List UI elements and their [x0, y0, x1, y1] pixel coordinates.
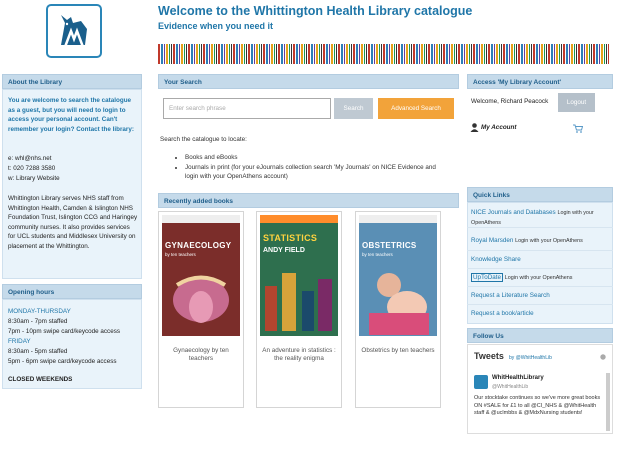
quick-link-knowledge-share[interactable]: Knowledge Share — [467, 255, 613, 269]
search-button[interactable]: Search — [334, 98, 373, 119]
list-item: Books and eBooks — [185, 153, 445, 162]
library-logo[interactable] — [46, 4, 102, 58]
decorative-stripe — [158, 44, 609, 64]
quick-links-heading: Quick Links — [467, 187, 613, 202]
cover-title: OBSTETRICS — [362, 241, 417, 250]
mother-baby-photo-icon — [369, 273, 429, 335]
book-cover[interactable]: OBSTETRICS by ten teachers — [359, 215, 437, 336]
book-cover[interactable]: GYNAECOLOGY by ten teachers — [162, 215, 240, 336]
about-phone: t: 020 7288 3580 — [8, 165, 56, 172]
hours-friday-swipe: 5pm - 6pm swipe card/keycode access — [8, 358, 117, 365]
hours-weekday-swipe: 7pm - 10pm swipe card/keycode access — [8, 328, 120, 335]
book-caption[interactable]: An adventure in statistics : the reality… — [261, 347, 337, 363]
book-caption[interactable]: Gynaecology by ten teachers — [163, 347, 239, 363]
hours-friday-staffed: 8:30am - 5pm staffed — [8, 348, 68, 355]
recent-books-heading: Recently added books — [158, 193, 459, 208]
quick-link-label[interactable]: UpToDate — [471, 273, 504, 282]
tweet-author-name[interactable]: WhitHealthLibrary — [492, 375, 544, 381]
list-item: Journals in print (for your eJournals co… — [185, 163, 445, 181]
cart-icon[interactable] — [573, 124, 583, 133]
locate-text: Search the catalogue to locate: — [160, 136, 247, 143]
tweet-author-handle[interactable]: @WhitHealthLib — [492, 384, 528, 390]
about-email[interactable]: e: whl@nhs.net — [8, 154, 138, 164]
tweet-avatar[interactable] — [474, 375, 488, 389]
hours-heading: Opening hours — [2, 284, 142, 299]
twitter-feed[interactable]: Tweets by @WhitHealthLib WhitHealthLibra… — [467, 344, 613, 434]
user-icon — [470, 123, 479, 132]
about-heading: About the Library — [2, 74, 142, 89]
quick-link-label[interactable]: Request a Literature Search — [471, 292, 550, 299]
quick-link-literature-search[interactable]: Request a Literature Search — [467, 291, 613, 305]
cover-subtitle: by ten teachers — [362, 252, 393, 257]
hours-weekday-staffed: 8:30am - 7pm staffed — [8, 318, 68, 325]
cover-title: STATISTICS — [263, 233, 318, 243]
locate-list: Books and eBooks Journals in print (for … — [185, 153, 445, 182]
about-panel: You are welcome to search the catalogue … — [2, 89, 142, 279]
quick-link-royal-marsden[interactable]: Royal Marsden Login with your OpenAthens — [467, 236, 613, 251]
whittington-cat-logo-icon — [61, 15, 87, 48]
advanced-search-button[interactable]: Advanced Search — [378, 98, 454, 119]
tweets-title: Tweets — [474, 351, 504, 361]
tweet-text: Our stocktake continues so we've more gr… — [474, 395, 601, 416]
logout-button[interactable]: Logout — [558, 93, 595, 112]
quick-link-uptodate[interactable]: UpToDate Login with your OpenAthens — [467, 273, 613, 287]
quick-link-label[interactable]: Request a book/article — [471, 310, 534, 317]
cover-subtitle: by ten teachers — [165, 252, 196, 257]
hours-weekends: CLOSED WEEKENDS — [8, 376, 73, 383]
book-caption[interactable]: Obstetrics by ten teachers — [360, 347, 436, 355]
quick-link-request-book[interactable]: Request a book/article — [467, 309, 613, 323]
welcome-text: Welcome, Richard Peacock — [471, 98, 549, 105]
cover-title: GYNAECOLOGY — [165, 241, 232, 250]
page-title: Welcome to the Whittington Health Librar… — [158, 4, 473, 18]
quick-link-label[interactable]: Royal Marsden — [471, 237, 513, 244]
hours-friday-label: FRIDAY — [8, 338, 31, 345]
my-account-link[interactable]: My Account — [481, 124, 516, 131]
book-card[interactable]: STATISTICS ANDY FIELD An adventure in st… — [256, 211, 342, 408]
hours-weekday-label: MONDAY-THURSDAY — [8, 308, 71, 315]
account-heading: Access 'My Library Account' — [467, 74, 613, 89]
quick-link-nice[interactable]: NICE Journals and Databases Login with y… — [467, 208, 613, 228]
book-card[interactable]: OBSTETRICS by ten teachers Obstetrics by… — [355, 211, 441, 408]
info-icon[interactable] — [600, 354, 606, 360]
quick-link-note: Login with your OpenAthens — [515, 238, 583, 244]
search-heading: Your Search — [158, 74, 459, 89]
book-card[interactable]: GYNAECOLOGY by ten teachers Gynaecology … — [158, 211, 244, 408]
about-description: Whittington Library serves NHS staff fro… — [8, 195, 138, 250]
about-intro: You are welcome to search the catalogue … — [8, 97, 134, 133]
quick-link-label[interactable]: Knowledge Share — [471, 256, 521, 263]
city-illustration-icon — [265, 273, 332, 331]
about-website-link[interactable]: w: Library Website — [8, 174, 138, 184]
follow-heading: Follow Us — [467, 328, 613, 343]
search-input[interactable]: Enter search phrase — [163, 98, 331, 119]
book-cover[interactable]: STATISTICS ANDY FIELD — [260, 215, 338, 336]
feed-scrollbar[interactable] — [606, 373, 610, 431]
quick-link-label[interactable]: NICE Journals and Databases — [471, 209, 556, 216]
anatomy-illustration-icon — [173, 275, 229, 323]
hours-panel: MONDAY-THURSDAY 8:30am - 7pm staffed 7pm… — [2, 299, 142, 389]
page-subtitle: Evidence when you need it — [158, 21, 274, 31]
cover-subtitle: ANDY FIELD — [263, 247, 305, 254]
tweets-by-link[interactable]: by @WhitHealthLib — [509, 355, 552, 361]
quick-link-note: Login with your OpenAthens — [504, 275, 573, 281]
